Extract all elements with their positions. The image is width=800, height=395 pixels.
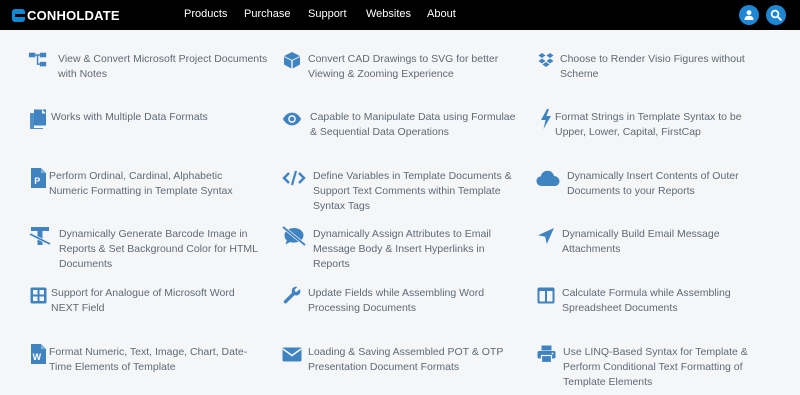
feature-text: Works with Multiple Data Formats bbox=[51, 111, 208, 123]
word-file-icon: W bbox=[28, 344, 48, 364]
columns-icon bbox=[536, 285, 556, 305]
wrench-icon bbox=[282, 285, 302, 305]
feature-text: Dynamically Generate Barcode Image in Re… bbox=[59, 228, 258, 270]
nav-support[interactable]: Support bbox=[308, 8, 347, 20]
feature-text: Dynamically Assign Attributes to Email M… bbox=[313, 228, 491, 270]
feature-text: View & Convert Microsoft Project Documen… bbox=[58, 53, 268, 80]
envelope-icon bbox=[282, 344, 302, 364]
bolt-icon bbox=[536, 109, 556, 129]
feature-text: Capable to Manipulate Data using Formula… bbox=[310, 111, 516, 138]
location-arrow-icon bbox=[536, 226, 556, 246]
nav-websites[interactable]: Websites bbox=[366, 8, 411, 20]
feature-text: Calculate Formula while Assembling Sprea… bbox=[562, 287, 731, 314]
code-icon bbox=[282, 168, 306, 188]
dropbox-icon bbox=[536, 50, 556, 70]
feature-text: Choose to Render Visio Figures without S… bbox=[560, 53, 745, 80]
eye-icon bbox=[282, 109, 302, 129]
powerpoint-file-icon: P bbox=[28, 168, 48, 188]
nav-purchase[interactable]: Purchase bbox=[244, 8, 290, 20]
cloud-icon bbox=[536, 168, 560, 188]
top-navbar: CONHOLDATE Products Purchase Support Web… bbox=[0, 0, 800, 30]
brand-name: CONHOLDATE bbox=[27, 7, 120, 23]
feature-text: Convert CAD Drawings to SVG for better V… bbox=[308, 53, 499, 80]
nav-products[interactable]: Products bbox=[184, 8, 227, 20]
text-clear-icon bbox=[28, 226, 52, 246]
feature-text: Perform Ordinal, Cardinal, Alphabetic Nu… bbox=[49, 170, 233, 197]
search-icon bbox=[770, 9, 782, 21]
cube-icon bbox=[282, 50, 302, 70]
feature-text: Define Variables in Template Documents &… bbox=[313, 170, 512, 212]
svg-text:W: W bbox=[32, 352, 41, 362]
comment-slash-icon bbox=[282, 226, 306, 246]
search-button[interactable] bbox=[766, 5, 786, 25]
feature-text: Dynamically Insert Contents of Outer Doc… bbox=[567, 170, 739, 197]
logo-icon bbox=[12, 8, 25, 22]
feature-text: Update Fields while Assembling Word Proc… bbox=[308, 287, 485, 314]
feature-text: Format Numeric, Text, Image, Chart, Date… bbox=[49, 346, 248, 373]
user-button[interactable] bbox=[739, 5, 759, 25]
grid-icon bbox=[28, 285, 48, 305]
project-icon bbox=[28, 50, 48, 70]
user-icon bbox=[744, 10, 754, 20]
print-icon bbox=[536, 344, 556, 364]
nav-about[interactable]: About bbox=[427, 8, 456, 20]
copy-icon bbox=[28, 109, 48, 129]
svg-text:P: P bbox=[34, 176, 40, 186]
feature-text: Format Strings in Template Syntax to be … bbox=[555, 111, 742, 138]
feature-text: Dynamically Build Email Message Attachme… bbox=[562, 228, 720, 255]
feature-text: Loading & Saving Assembled POT & OTP Pre… bbox=[308, 346, 504, 373]
feature-text: Use LINQ-Based Syntax for Template & Per… bbox=[563, 346, 748, 388]
brand-logo[interactable]: CONHOLDATE bbox=[12, 7, 120, 23]
feature-text: Support for Analogue of Microsoft Word N… bbox=[51, 287, 235, 314]
